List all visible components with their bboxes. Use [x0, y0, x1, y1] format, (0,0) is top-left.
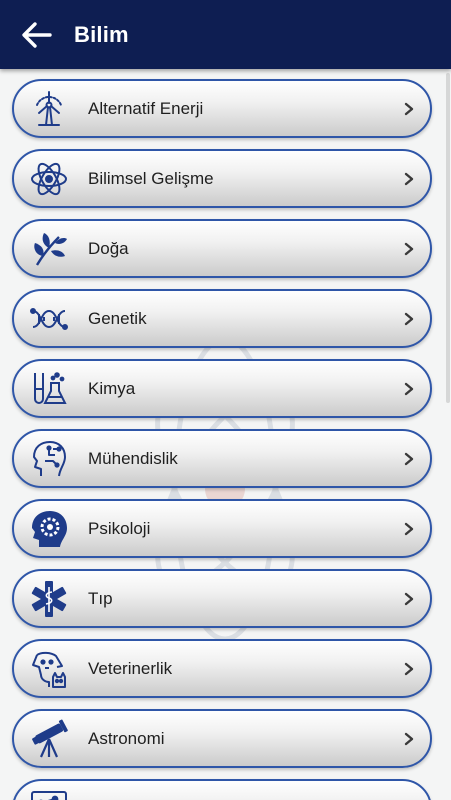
atom-icon	[27, 157, 71, 201]
flask-icon	[27, 367, 71, 411]
leaf-icon	[27, 227, 71, 271]
circuit-head-icon	[27, 437, 71, 481]
list-item-label: Bilimsel Gelişme	[88, 168, 214, 188]
list-item-label: Alternatif Enerji	[88, 98, 204, 118]
list-item-label: Genetik	[88, 308, 147, 328]
list-item-tip[interactable]: Tıp	[12, 569, 432, 628]
list-item-veterinerlik[interactable]: Veterinerlik	[12, 639, 432, 698]
chevron-right-icon	[402, 242, 416, 256]
list-item-kimya[interactable]: Kimya	[12, 359, 432, 418]
list-item-muhendislik[interactable]: Mühendislik	[12, 429, 432, 488]
list-item-bilimsel-gelisme[interactable]: Bilimsel Gelişme	[12, 149, 432, 208]
chevron-right-icon	[402, 102, 416, 116]
category-list-container[interactable]: Alternatif Enerji Bilimsel Gelişme Doğa …	[0, 69, 451, 800]
list-item-label: Astronomi	[88, 728, 165, 748]
list-item-label: Psikoloji	[88, 518, 151, 538]
dna-icon	[27, 297, 71, 341]
list-item-astronomi[interactable]: Astronomi	[12, 709, 432, 768]
list-item-alternatif-enerji[interactable]: Alternatif Enerji	[12, 79, 432, 138]
list-item-label: Veterinerlik	[88, 658, 173, 678]
gear-head-icon	[27, 507, 71, 551]
chevron-right-icon	[402, 312, 416, 326]
chevron-right-icon	[402, 172, 416, 186]
chevron-right-icon	[402, 452, 416, 466]
app-bar: Bilim	[0, 0, 451, 69]
arrow-left-icon	[22, 21, 52, 48]
list-item-label: Mühendislik	[88, 448, 178, 468]
telescope-icon	[27, 717, 71, 761]
wind-turbine-icon	[27, 87, 71, 131]
list-item-partial[interactable]	[12, 779, 432, 800]
list-item-label: Kimya	[88, 378, 136, 398]
chevron-right-icon	[402, 662, 416, 676]
pets-icon	[27, 647, 71, 691]
list-item-label: Doğa	[88, 238, 129, 258]
list-item-psikoloji[interactable]: Psikoloji	[12, 499, 432, 558]
page-title: Bilim	[74, 21, 129, 47]
chevron-right-icon	[402, 592, 416, 606]
scrollbar[interactable]	[446, 73, 450, 403]
chevron-right-icon	[402, 732, 416, 746]
network-icon	[27, 787, 71, 800]
list-item-doga[interactable]: Doğa	[12, 219, 432, 278]
list-item-label: Tıp	[88, 588, 113, 608]
back-button[interactable]	[16, 15, 56, 55]
chevron-right-icon	[402, 522, 416, 536]
list-item-genetik[interactable]: Genetik	[12, 289, 432, 348]
star-of-life-icon	[27, 577, 71, 621]
chevron-right-icon	[402, 382, 416, 396]
